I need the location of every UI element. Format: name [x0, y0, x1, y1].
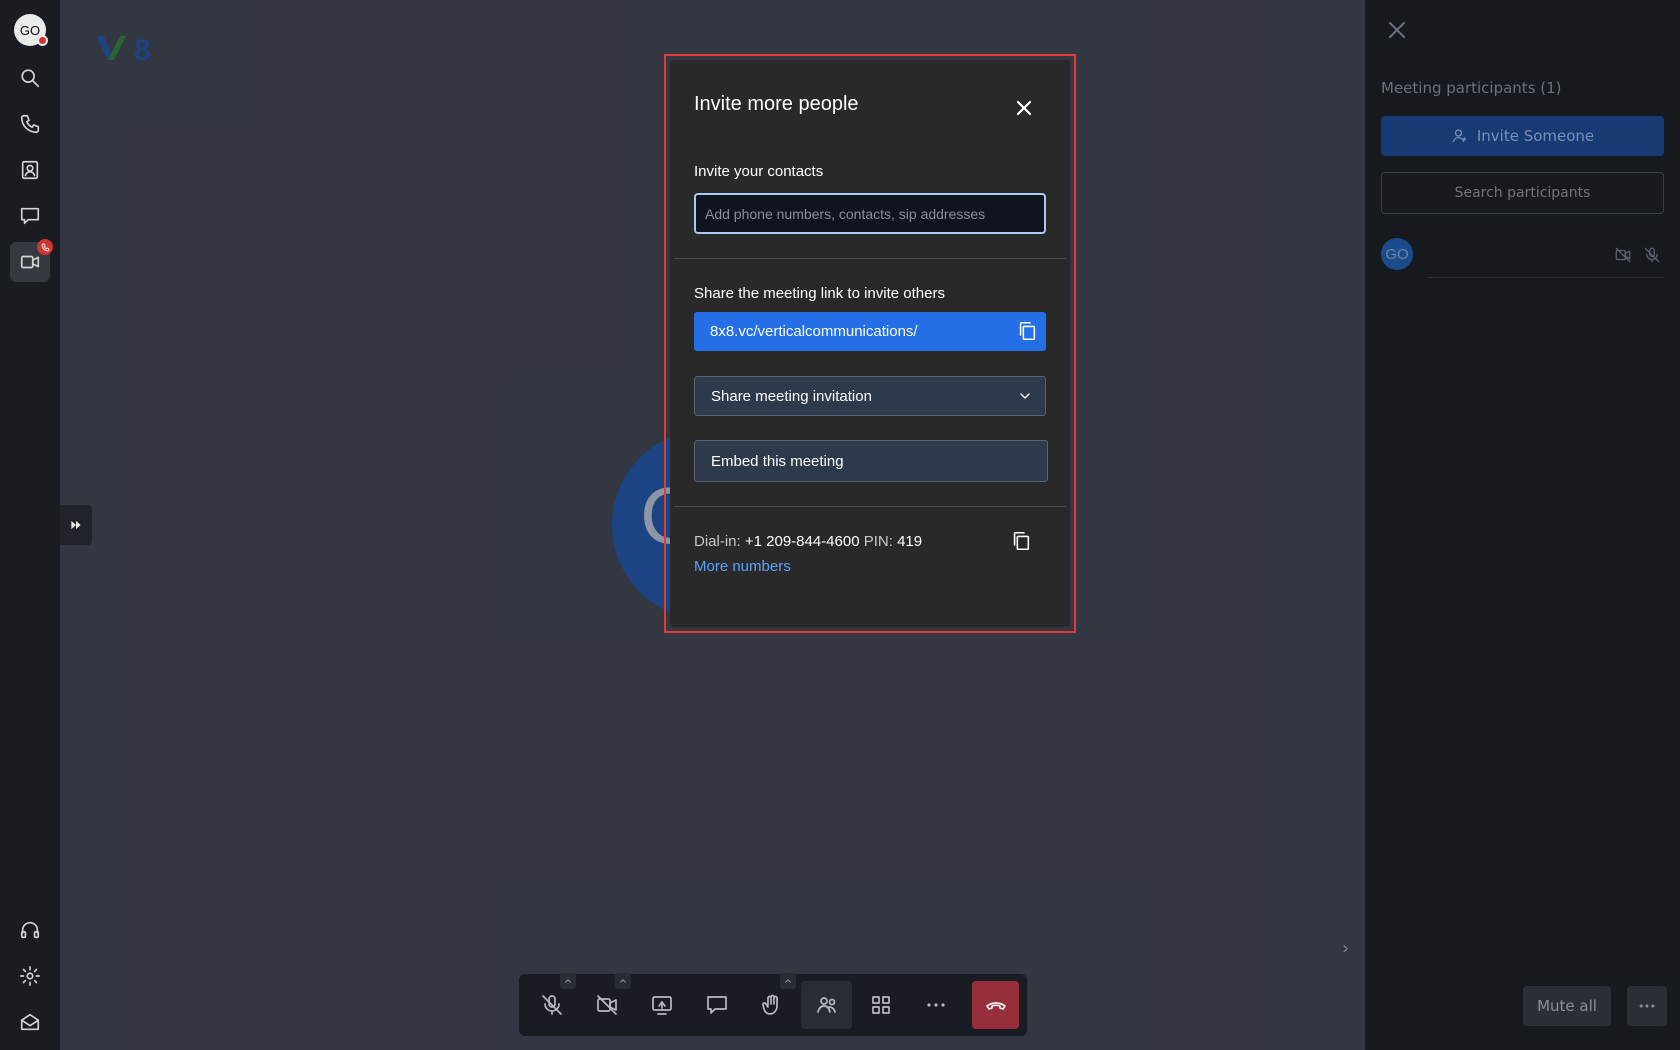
embed-meeting-button[interactable]: Embed this meeting [694, 440, 1048, 482]
more-numbers-link[interactable]: More numbers [694, 558, 791, 575]
meeting-link-text: 8x8.vc/verticalcommunications/ [710, 323, 918, 340]
participants-panel: Meeting participants (1) Invite Someone … [1365, 0, 1680, 1050]
pin-value: 419 [897, 533, 923, 550]
dialog-title: Invite more people [694, 93, 859, 115]
dialog-divider [674, 506, 1066, 507]
more-horizontal-icon [1639, 1004, 1655, 1008]
invite-someone-label: Invite Someone [1476, 127, 1595, 145]
invite-dialog: Invite more people Invite your contacts … [670, 60, 1070, 627]
participant-mic-off-icon [1643, 246, 1661, 264]
copy-icon [1019, 321, 1036, 341]
close-icon [1389, 22, 1405, 38]
add-person-icon [1452, 129, 1466, 143]
close-dialog-button[interactable] [1012, 96, 1036, 120]
dial-in-number: +1 209-844-4600 [744, 533, 860, 550]
share-invitation-dropdown[interactable]: Share meeting invitation [694, 376, 1046, 416]
pin-label: PIN: [863, 533, 893, 550]
copy-link-button[interactable] [1016, 320, 1038, 342]
mute-all-button[interactable]: Mute all [1523, 986, 1611, 1026]
participant-avatar: GO [1381, 238, 1413, 270]
dial-in-info: Dial-in: +1 209-844-4600 PIN: 419 [694, 533, 922, 550]
participant-row[interactable]: GO [1381, 238, 1664, 278]
chevron-down-icon [1017, 388, 1033, 404]
search-participants-input[interactable] [1381, 172, 1664, 214]
share-link-label: Share the meeting link to invite others [694, 285, 945, 302]
copy-icon [1013, 531, 1030, 551]
copy-dial-in-button[interactable] [1010, 530, 1032, 552]
invite-contacts-input[interactable] [694, 193, 1046, 234]
panel-more-button[interactable] [1627, 986, 1667, 1026]
close-panel-button[interactable] [1385, 18, 1409, 42]
close-icon [1016, 100, 1032, 116]
participant-divider [1427, 277, 1664, 278]
meeting-link-field[interactable]: 8x8.vc/verticalcommunications/ [694, 312, 1046, 351]
participant-camera-off-icon [1614, 246, 1632, 264]
participants-title: Meeting participants (1) [1381, 79, 1562, 97]
invite-someone-button[interactable]: Invite Someone [1381, 116, 1664, 156]
invite-contacts-label: Invite your contacts [694, 163, 824, 180]
dialog-divider [674, 258, 1066, 259]
share-invitation-label: Share meeting invitation [711, 387, 872, 405]
dial-in-label: Dial-in: [694, 533, 741, 550]
